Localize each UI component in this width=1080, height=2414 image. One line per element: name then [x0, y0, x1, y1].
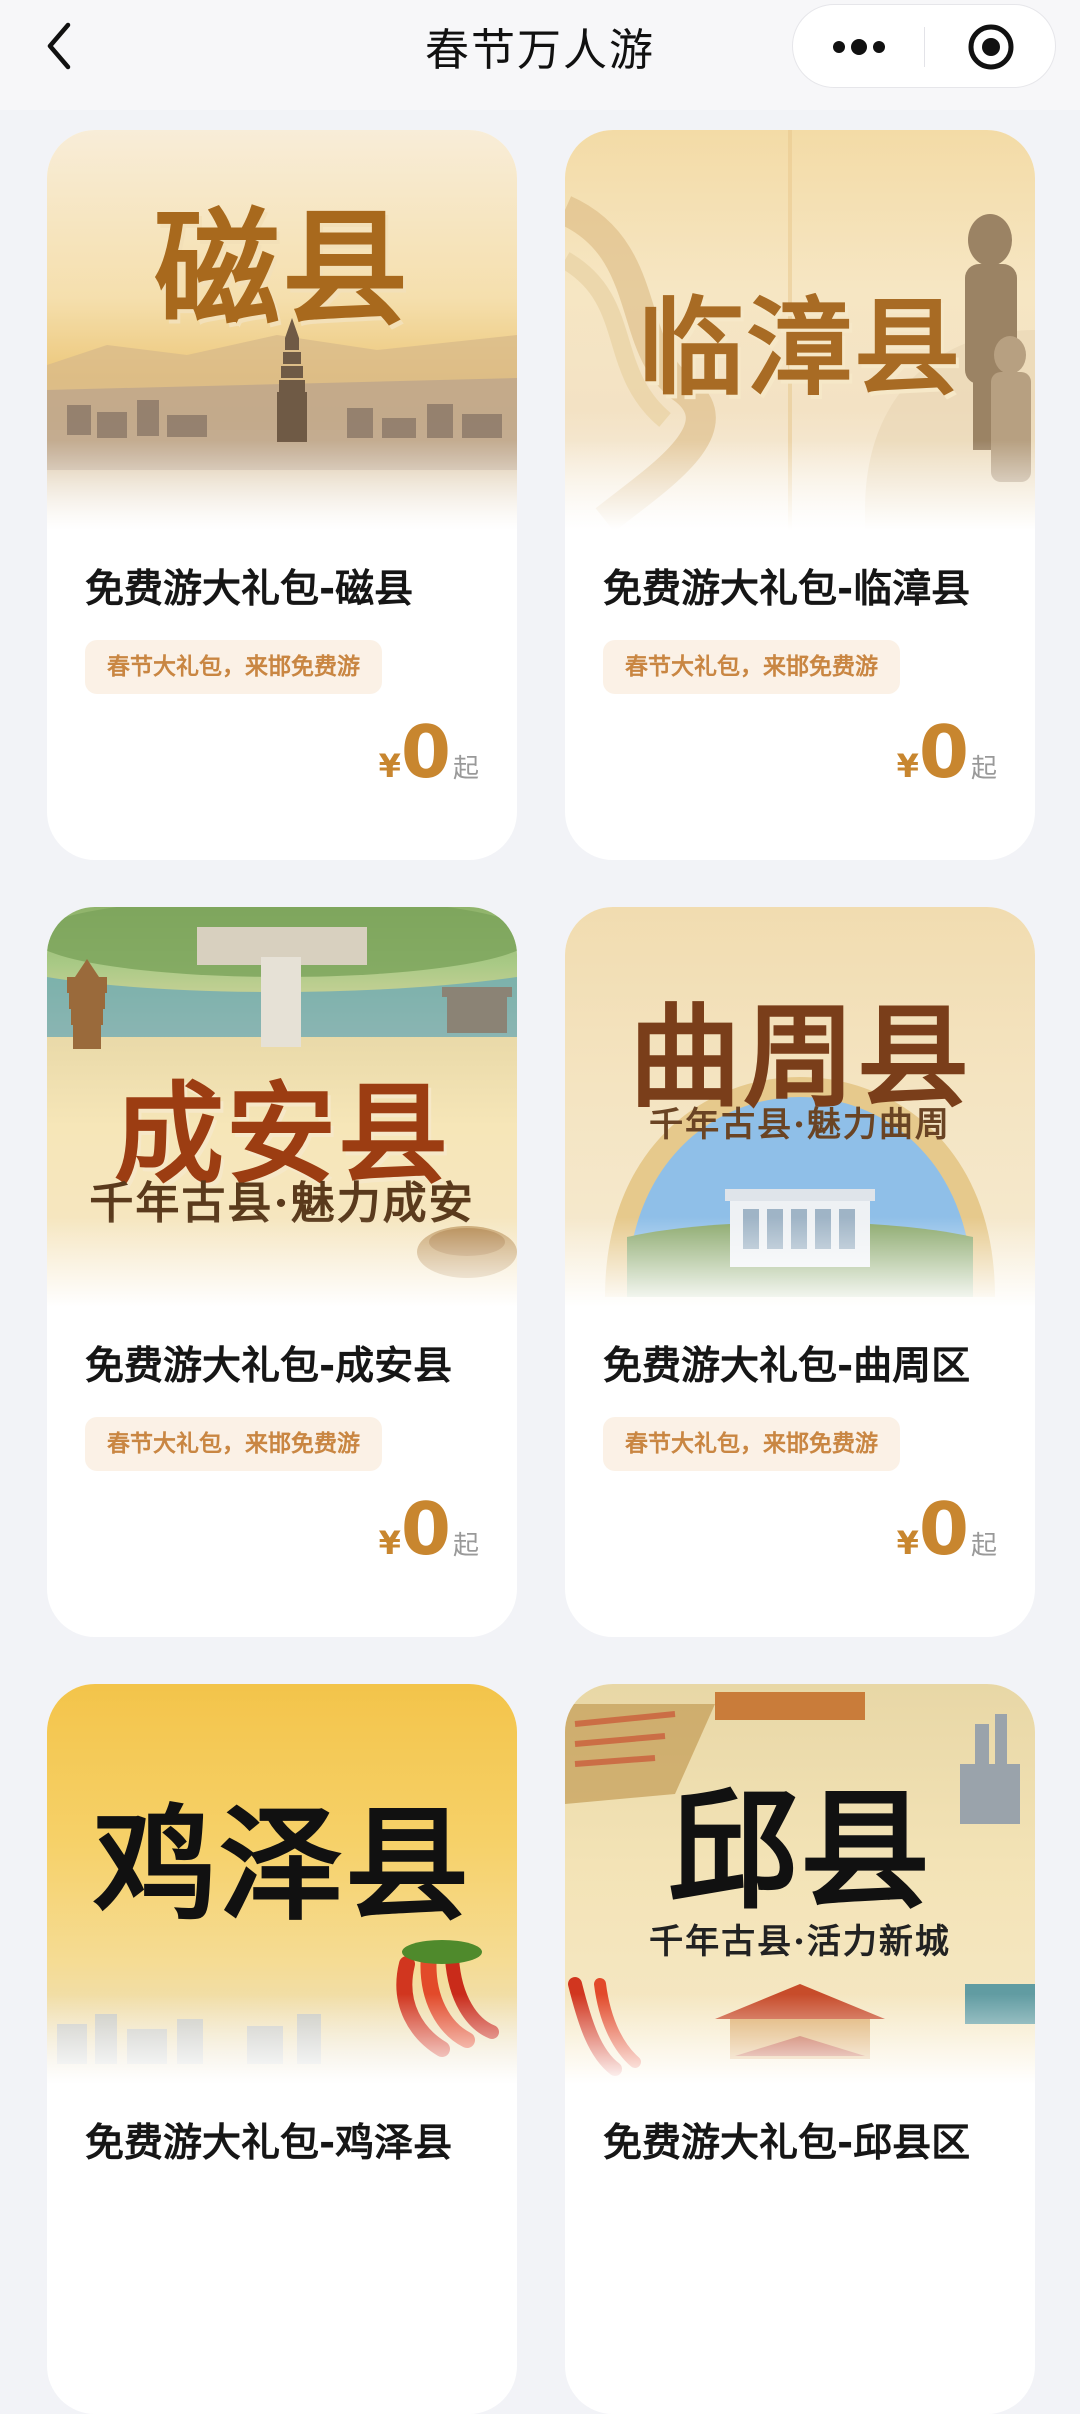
card-title: 免费游大礼包-鸡泽县: [85, 2121, 453, 2166]
currency-symbol: ¥: [896, 747, 919, 785]
card-title: 免费游大礼包-磁县: [85, 567, 414, 612]
card-title: 免费游大礼包-邱县区: [603, 2121, 971, 2166]
price-suffix: 起: [970, 1531, 997, 1561]
card-banner: 临漳县: [565, 130, 1035, 530]
card-title: 免费游大礼包-曲周区: [603, 1344, 971, 1389]
price-value: 0: [918, 710, 969, 794]
price-value: 0: [918, 1487, 969, 1571]
card-title: 免费游大礼包-成安县: [85, 1344, 453, 1389]
promo-tag: 春节大礼包，来邯免费游: [603, 1417, 900, 1471]
banner-county-name: 临漳县: [638, 285, 962, 410]
mini-program-capsule: [792, 4, 1056, 88]
card-banner: 曲周县 千年古县·魅力曲周: [565, 907, 1035, 1307]
promo-tag: 春节大礼包，来邯免费游: [85, 1417, 382, 1471]
banner-county-name: 邱县: [667, 1775, 932, 1927]
product-card-chengan[interactable]: 成安县 千年古县·魅力成安 免费游大礼包-成安县 春节大礼包，来邯免费游 ¥0起: [47, 907, 517, 1637]
price-value: 0: [400, 710, 451, 794]
price: ¥0起: [897, 1487, 997, 1571]
card-banner: 磁县: [47, 130, 517, 530]
banner-fade: [565, 1217, 1035, 1307]
top-nav-bar: 春节万人游: [0, 0, 1080, 110]
close-button[interactable]: [925, 5, 1057, 89]
promo-tag: 春节大礼包，来邯免费游: [603, 640, 900, 694]
banner-slogan: 千年古县·魅力曲周: [649, 1105, 951, 1145]
banner-fade: [565, 440, 1035, 530]
banner-fade: [47, 440, 517, 530]
price-suffix: 起: [452, 1531, 479, 1561]
card-banner: 成安县 千年古县·魅力成安: [47, 907, 517, 1307]
product-card-quzhou[interactable]: 曲周县 千年古县·魅力曲周 免费游大礼包-曲周区 春节大礼包，来邯免费游 ¥0起: [565, 907, 1035, 1637]
currency-symbol: ¥: [378, 747, 401, 785]
price-value: 0: [400, 1487, 451, 1571]
card-banner: 邱县 千年古县·活力新城: [565, 1684, 1035, 2084]
promo-tag: 春节大礼包，来邯免费游: [85, 640, 382, 694]
price: ¥0起: [379, 710, 479, 794]
banner-slogan: 千年古县·活力新城: [649, 1922, 951, 1962]
product-card-qiuxian[interactable]: 邱县 千年古县·活力新城 免费游大礼包-邱县区: [565, 1684, 1035, 2414]
banner-fade: [565, 1994, 1035, 2084]
price-suffix: 起: [452, 754, 479, 784]
price: ¥0起: [897, 710, 997, 794]
price: ¥0起: [379, 1487, 479, 1571]
product-card-jize[interactable]: 鸡泽县 免费游大礼包-鸡泽县: [47, 1684, 517, 2414]
target-close-icon: [968, 24, 1014, 70]
product-card-linzhang[interactable]: 临漳县 免费游大礼包-临漳县 春节大礼包，来邯免费游 ¥0起: [565, 130, 1035, 860]
currency-symbol: ¥: [378, 1524, 401, 1562]
banner-fade: [47, 1994, 517, 2084]
more-button[interactable]: [793, 5, 924, 89]
currency-symbol: ¥: [896, 1524, 919, 1562]
banner-fade: [47, 1217, 517, 1307]
product-card-cixian[interactable]: 磁县 免费游大礼包-磁县 春节大礼包，来邯免费游 ¥0起: [47, 130, 517, 860]
card-title: 免费游大礼包-临漳县: [603, 567, 971, 612]
more-dots-icon: [832, 39, 885, 55]
banner-county-name: 磁县: [154, 195, 410, 343]
banner-county-name: 鸡泽县: [92, 1794, 471, 1938]
price-suffix: 起: [970, 754, 997, 784]
card-banner: 鸡泽县: [47, 1684, 517, 2084]
